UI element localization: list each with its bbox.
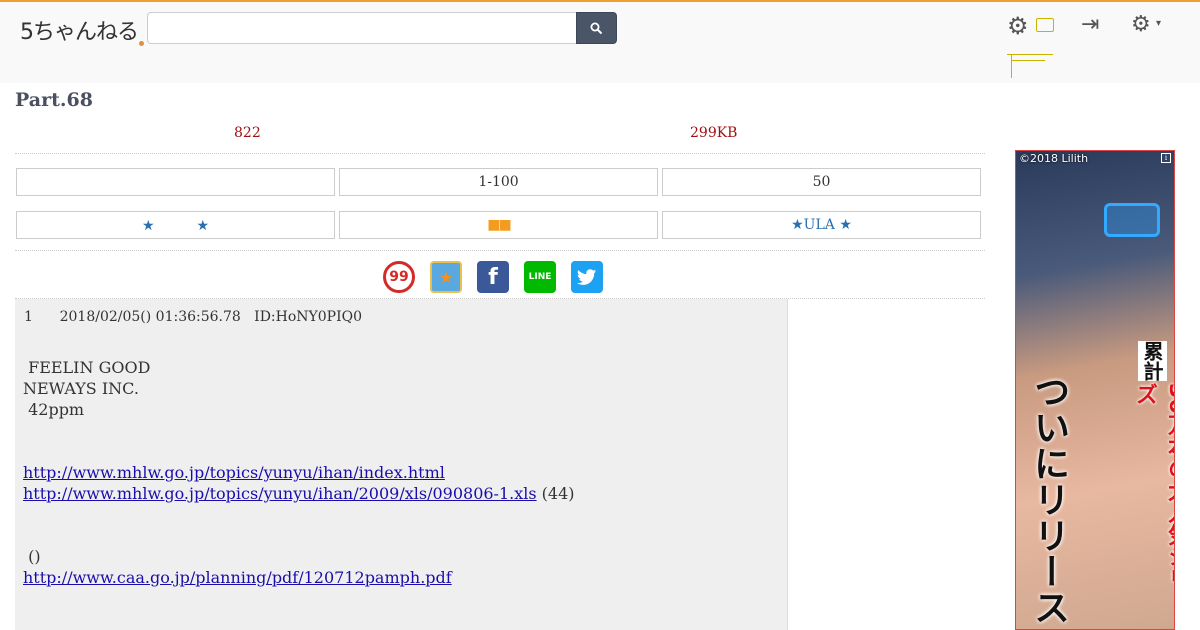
ad-text: ついにリリース bbox=[1028, 373, 1069, 625]
post-line: NEWAYS INC. bbox=[23, 379, 139, 398]
post-count: 822 bbox=[234, 125, 261, 141]
nav-button-range[interactable]: 1-100 bbox=[339, 168, 658, 196]
ad-copyright: ©2018 Lilith bbox=[1019, 152, 1089, 165]
nav-button-all[interactable] bbox=[16, 168, 335, 196]
line-icon[interactable]: LINE bbox=[524, 261, 556, 293]
menu-outline-line bbox=[1011, 54, 1012, 78]
share-hatena-icon[interactable]: ★ bbox=[430, 261, 462, 293]
thread-size: 299KB bbox=[690, 125, 738, 141]
divider bbox=[15, 250, 985, 251]
post-line: 42ppm bbox=[23, 400, 85, 419]
post-1: 1 2018/02/05() 01:36:56.78 ID:HoNY0PIQ0 … bbox=[15, 299, 788, 630]
post-link[interactable]: http://www.caa.go.jp/planning/pdf/120712… bbox=[23, 568, 452, 587]
link-button-ula[interactable]: ★ULA ★ bbox=[662, 211, 981, 239]
twitter-icon[interactable] bbox=[571, 261, 603, 293]
search-bar: ⚙ bbox=[147, 12, 617, 44]
menu-outline-line bbox=[1011, 60, 1045, 61]
link-button-star[interactable]: ★ ★ bbox=[16, 211, 335, 239]
post-line: FEELIN GOOD bbox=[23, 358, 151, 377]
post-link-suffix: (44) bbox=[536, 484, 575, 503]
search-input[interactable] bbox=[147, 12, 577, 44]
ad-info-icon[interactable]: i bbox=[1161, 153, 1171, 163]
share-99-icon[interactable]: 99 bbox=[383, 261, 415, 293]
login-icon[interactable]: ⇥ bbox=[1081, 12, 1099, 37]
search-button[interactable]: ⚙ bbox=[576, 12, 617, 44]
post-link[interactable]: http://www.mhlw.go.jp/topics/yunyu/ihan/… bbox=[23, 484, 537, 503]
gear-icon[interactable]: ⚙ bbox=[1131, 12, 1151, 37]
site-logo[interactable]: 5ちゃんねる bbox=[20, 14, 144, 46]
link-button-orange[interactable]: ■■ bbox=[339, 211, 658, 239]
site-header: 5ちゃんねる ⚙ ⚙ ⇥ ⚙ ▾ bbox=[0, 0, 1200, 83]
menu-outline-box bbox=[1036, 18, 1054, 32]
post-header: 1 2018/02/05() 01:36:56.78 ID:HoNY0PIQ0 bbox=[24, 309, 363, 325]
facebook-icon[interactable]: f bbox=[477, 261, 509, 293]
post-link[interactable]: http://www.mhlw.go.jp/topics/yunyu/ihan/… bbox=[23, 463, 445, 482]
thread-title: Part.68 bbox=[15, 89, 93, 111]
post-line: () bbox=[23, 547, 41, 566]
ad-text: 36万本の大人気シリーズ bbox=[1132, 383, 1174, 612]
divider bbox=[15, 153, 985, 154]
search-icon bbox=[590, 22, 603, 34]
ad-banner[interactable]: ©2018 Lilith i 累計 36万本の大人気シリーズ ついにリリース bbox=[1015, 150, 1175, 630]
twitter-bird-icon bbox=[577, 268, 597, 285]
ad-text: 累計 bbox=[1138, 341, 1167, 381]
nav-button-latest[interactable]: 50 bbox=[662, 168, 981, 196]
post-body: FEELIN GOOD NEWAYS INC. 42ppm http://www… bbox=[23, 357, 575, 588]
menu-outline-underline bbox=[1007, 43, 1053, 55]
chevron-down-icon[interactable]: ▾ bbox=[1156, 18, 1161, 29]
logo-dot bbox=[139, 41, 144, 46]
ad-visor-graphic bbox=[1104, 203, 1160, 237]
settings-icon[interactable]: ⚙ bbox=[1007, 12, 1029, 40]
